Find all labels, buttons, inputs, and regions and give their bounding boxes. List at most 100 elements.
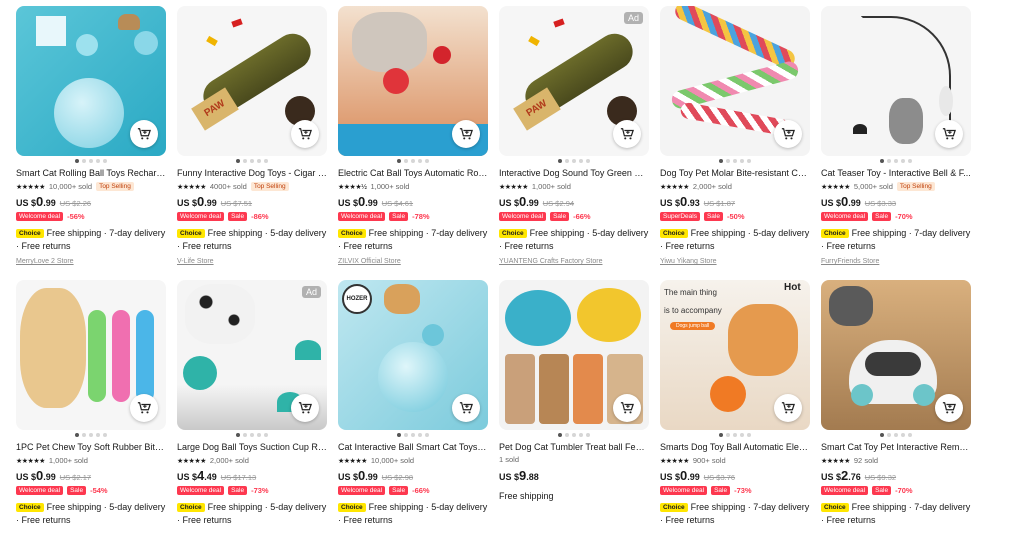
image-carousel-dots[interactable] <box>821 159 971 167</box>
add-to-cart-button[interactable] <box>774 120 802 148</box>
carousel-dot[interactable] <box>425 433 429 437</box>
carousel-dot[interactable] <box>887 159 891 163</box>
product-card[interactable]: Smart Cat Toy Pet Interactive Remot... ★… <box>821 280 971 537</box>
carousel-dot[interactable] <box>894 433 898 437</box>
image-carousel-dots[interactable] <box>177 433 327 441</box>
product-card[interactable]: Ad Large Dog Ball Toys Suction Cup Ro...… <box>177 280 327 537</box>
store-link[interactable]: Yiwu Yikang Store <box>660 258 810 265</box>
product-title[interactable]: Smarts Dog Toy Ball Automatic Elect... <box>660 442 810 453</box>
image-carousel-dots[interactable] <box>16 159 166 167</box>
carousel-dot[interactable] <box>404 433 408 437</box>
product-title[interactable]: Smart Cat Toy Pet Interactive Remot... <box>821 442 971 453</box>
product-image[interactable]: HOZER <box>338 280 488 430</box>
add-to-cart-button[interactable] <box>613 394 641 422</box>
carousel-dot[interactable] <box>565 433 569 437</box>
carousel-dot[interactable] <box>719 159 723 163</box>
product-card[interactable]: Dog Toy Pet Molar Bite-resistant Co... ★… <box>660 6 810 272</box>
product-card[interactable]: PAW Funny Interactive Dog Toys - Cigar D… <box>177 6 327 272</box>
product-card[interactable]: Cat Teaser Toy - Interactive Bell & F...… <box>821 6 971 272</box>
carousel-dot[interactable] <box>411 159 415 163</box>
carousel-dot[interactable] <box>908 159 912 163</box>
store-link[interactable]: MerryLove 2 Store <box>16 258 166 265</box>
product-image[interactable] <box>821 6 971 156</box>
carousel-dot[interactable] <box>397 159 401 163</box>
carousel-dot[interactable] <box>579 159 583 163</box>
product-title[interactable]: Interactive Dog Sound Toy Green Si... <box>499 168 649 179</box>
carousel-dot[interactable] <box>397 433 401 437</box>
product-title[interactable]: Electric Cat Ball Toys Automatic Rolli..… <box>338 168 488 179</box>
add-to-cart-button[interactable] <box>935 394 963 422</box>
product-image[interactable]: PAW Ad <box>499 6 649 156</box>
carousel-dot[interactable] <box>75 159 79 163</box>
store-link[interactable]: ZILVIX Official Store <box>338 258 488 265</box>
carousel-dot[interactable] <box>243 433 247 437</box>
image-carousel-dots[interactable] <box>338 433 488 441</box>
product-image[interactable] <box>660 6 810 156</box>
carousel-dot[interactable] <box>733 159 737 163</box>
image-carousel-dots[interactable] <box>177 159 327 167</box>
product-card[interactable]: 1PC Pet Chew Toy Soft Rubber Bite-... ★★… <box>16 280 166 537</box>
carousel-dot[interactable] <box>572 433 576 437</box>
product-card[interactable]: PAW Ad Interactive Dog Sound Toy Green S… <box>499 6 649 272</box>
carousel-dot[interactable] <box>565 159 569 163</box>
carousel-dot[interactable] <box>579 433 583 437</box>
carousel-dot[interactable] <box>418 433 422 437</box>
carousel-dot[interactable] <box>726 159 730 163</box>
carousel-dot[interactable] <box>887 433 891 437</box>
add-to-cart-button[interactable] <box>452 394 480 422</box>
product-card[interactable]: Smart Cat Rolling Ball Toys Recharg... ★… <box>16 6 166 272</box>
carousel-dot[interactable] <box>82 433 86 437</box>
carousel-dot[interactable] <box>243 159 247 163</box>
add-to-cart-button[interactable] <box>130 120 158 148</box>
carousel-dot[interactable] <box>250 433 254 437</box>
store-link[interactable]: V-Life Store <box>177 258 327 265</box>
carousel-dot[interactable] <box>572 159 576 163</box>
product-title[interactable]: Cat Interactive Ball Smart Cat Toys I... <box>338 442 488 453</box>
carousel-dot[interactable] <box>89 159 93 163</box>
image-carousel-dots[interactable] <box>499 433 649 441</box>
carousel-dot[interactable] <box>257 159 261 163</box>
product-image[interactable] <box>16 6 166 156</box>
store-link[interactable]: FurryFriends Store <box>821 258 971 265</box>
carousel-dot[interactable] <box>901 433 905 437</box>
product-image[interactable] <box>499 280 649 430</box>
carousel-dot[interactable] <box>726 433 730 437</box>
image-carousel-dots[interactable] <box>660 433 810 441</box>
carousel-dot[interactable] <box>404 159 408 163</box>
product-image[interactable] <box>821 280 971 430</box>
product-title[interactable]: Large Dog Ball Toys Suction Cup Ro... <box>177 442 327 453</box>
carousel-dot[interactable] <box>411 433 415 437</box>
carousel-dot[interactable] <box>558 433 562 437</box>
product-title[interactable]: Smart Cat Rolling Ball Toys Recharg... <box>16 168 166 179</box>
carousel-dot[interactable] <box>96 433 100 437</box>
add-to-cart-button[interactable] <box>613 120 641 148</box>
carousel-dot[interactable] <box>740 433 744 437</box>
image-carousel-dots[interactable] <box>821 433 971 441</box>
product-image[interactable] <box>16 280 166 430</box>
carousel-dot[interactable] <box>425 159 429 163</box>
image-carousel-dots[interactable] <box>660 159 810 167</box>
carousel-dot[interactable] <box>586 433 590 437</box>
add-to-cart-button[interactable] <box>452 120 480 148</box>
carousel-dot[interactable] <box>747 433 751 437</box>
carousel-dot[interactable] <box>719 433 723 437</box>
carousel-dot[interactable] <box>236 159 240 163</box>
add-to-cart-button[interactable] <box>774 394 802 422</box>
product-title[interactable]: Cat Teaser Toy - Interactive Bell & F... <box>821 168 971 179</box>
add-to-cart-button[interactable] <box>291 394 319 422</box>
carousel-dot[interactable] <box>75 433 79 437</box>
carousel-dot[interactable] <box>740 159 744 163</box>
carousel-dot[interactable] <box>96 159 100 163</box>
product-image[interactable]: PAW <box>177 6 327 156</box>
product-title[interactable]: Dog Toy Pet Molar Bite-resistant Co... <box>660 168 810 179</box>
carousel-dot[interactable] <box>236 433 240 437</box>
carousel-dot[interactable] <box>264 433 268 437</box>
carousel-dot[interactable] <box>558 159 562 163</box>
carousel-dot[interactable] <box>418 159 422 163</box>
product-card[interactable]: The main thing is to accompany Dogs jump… <box>660 280 810 537</box>
carousel-dot[interactable] <box>82 159 86 163</box>
product-image[interactable]: The main thing is to accompany Dogs jump… <box>660 280 810 430</box>
product-title[interactable]: Funny Interactive Dog Toys - Cigar D... <box>177 168 327 179</box>
image-carousel-dots[interactable] <box>338 159 488 167</box>
carousel-dot[interactable] <box>747 159 751 163</box>
